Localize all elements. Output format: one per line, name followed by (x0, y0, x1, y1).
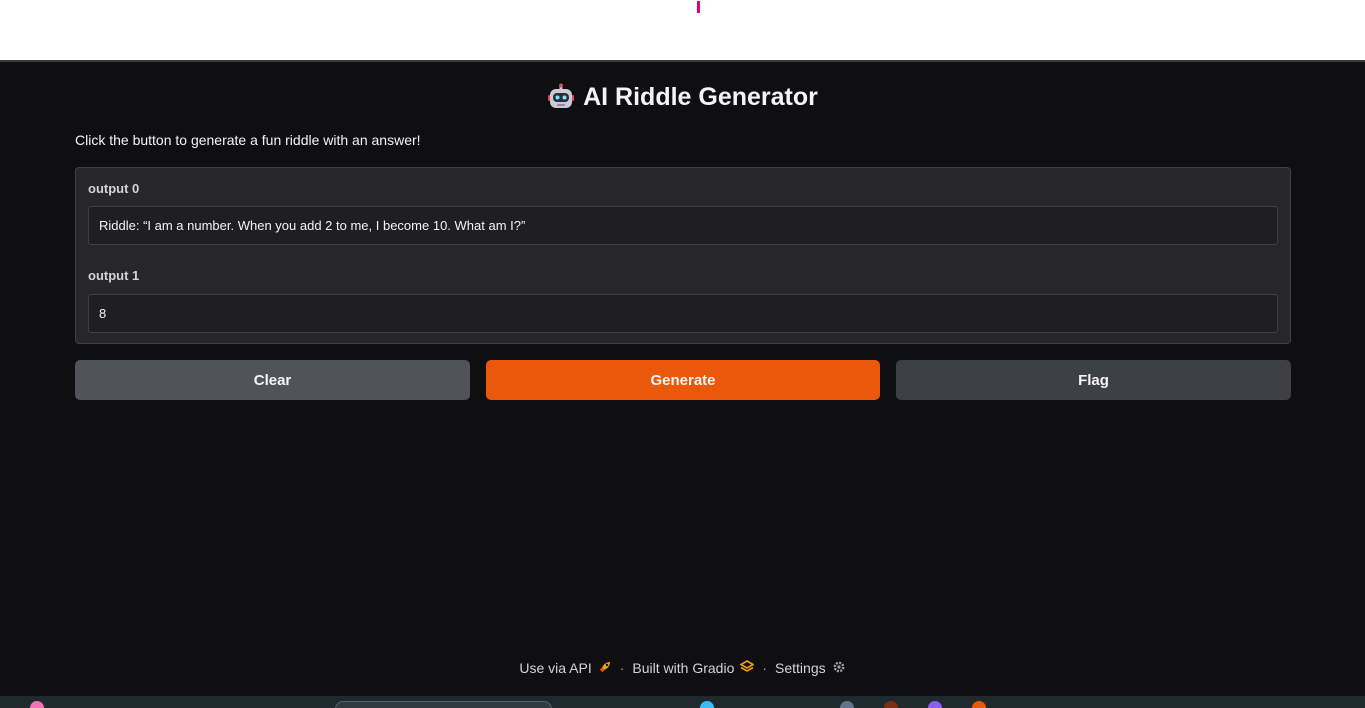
rocket-icon (598, 660, 612, 677)
settings-label: Settings (775, 660, 826, 676)
taskbar-app-icon[interactable] (840, 701, 854, 708)
page-description: Click the button to generate a fun riddl… (75, 132, 421, 148)
built-with-gradio-label: Built with Gradio (632, 660, 735, 676)
outputs-panel: output 0 Riddle: “I am a number. When yo… (75, 167, 1291, 344)
taskbar-app-icon[interactable] (700, 701, 714, 708)
output-0-label: output 0 (88, 181, 140, 196)
title-row: AI Riddle Generator (0, 80, 1365, 114)
os-taskbar (0, 696, 1365, 708)
gradio-logo-icon (739, 659, 755, 677)
browser-top-strip (0, 0, 1365, 60)
gear-icon (832, 660, 846, 677)
taskbar-app-icon[interactable] (972, 701, 986, 708)
flag-button[interactable]: Flag (896, 360, 1291, 400)
gradio-app: AI Riddle Generator Click the button to … (0, 60, 1365, 696)
output-0-textbox[interactable]: Riddle: “I am a number. When you add 2 t… (88, 206, 1278, 245)
settings-link[interactable]: Settings (775, 660, 846, 677)
built-with-gradio-link[interactable]: Built with Gradio (632, 659, 755, 677)
output-1-label: output 1 (88, 268, 140, 283)
clear-button[interactable]: Clear (75, 360, 470, 400)
page-title: AI Riddle Generator (583, 82, 818, 111)
footer: Use via API · Built with Gradio · Settin… (0, 658, 1365, 678)
taskbar-app-icon[interactable] (30, 701, 44, 708)
use-via-api-link[interactable]: Use via API (519, 660, 611, 677)
taskbar-app-icon[interactable] (884, 701, 898, 708)
use-via-api-label: Use via API (519, 660, 592, 676)
footer-separator: · (762, 660, 768, 676)
taskbar-app-icon[interactable] (928, 701, 942, 708)
generate-button[interactable]: Generate (486, 360, 880, 400)
robot-icon (547, 83, 575, 111)
footer-separator: · (619, 660, 625, 676)
top-marker (697, 1, 700, 13)
taskbar-search-box[interactable] (335, 701, 552, 708)
output-1-textbox[interactable]: 8 (88, 294, 1278, 333)
